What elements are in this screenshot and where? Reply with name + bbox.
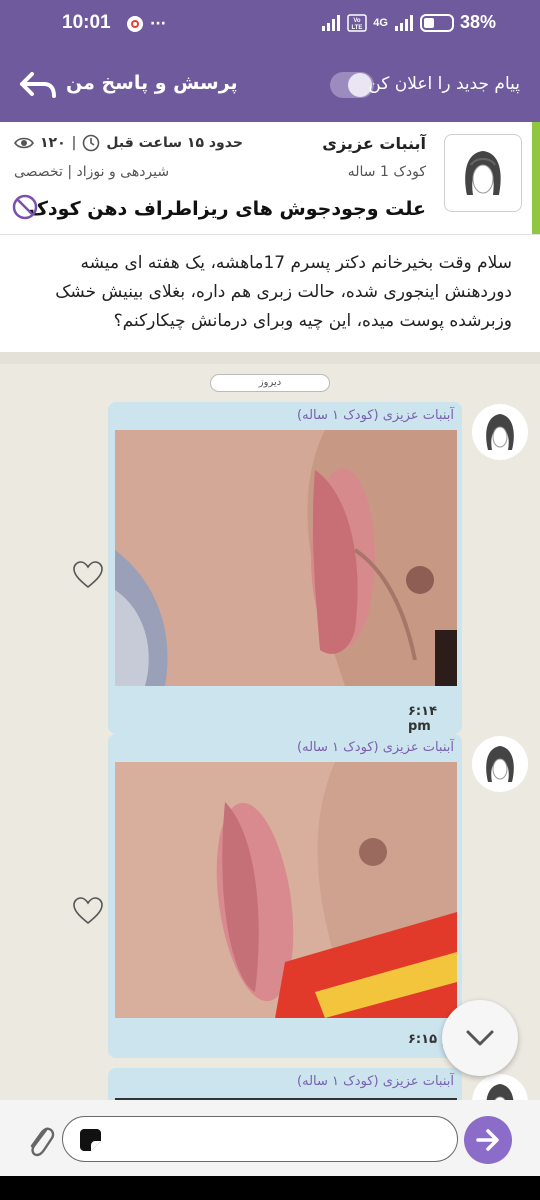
message-photo[interactable] — [115, 430, 457, 686]
photo-image — [115, 430, 457, 686]
meta-separator: | — [71, 135, 77, 151]
author-avatar[interactable] — [444, 134, 522, 212]
author-name: آبنبات عزیزی — [322, 134, 426, 153]
chat-message[interactable]: آبنبات عزیزی (کودک ۱ ساله) ۶:۱۵ p — [108, 734, 462, 1058]
question-body: سلام وقت بخیرخانم دکتر پسرم 17ماهشه، یک … — [0, 234, 540, 352]
send-button[interactable] — [464, 1116, 512, 1164]
sticker-icon[interactable] — [77, 1127, 103, 1153]
svg-text:Vo: Vo — [354, 18, 362, 24]
battery-icon — [419, 13, 454, 32]
battery-level — [423, 17, 434, 28]
chat-area[interactable]: دیروز آبنبات عزیزی (کودک ۱ ساله) ۶:۱۴ pm — [0, 352, 540, 1100]
system-nav-bar — [0, 1176, 540, 1200]
like-heart-icon[interactable] — [72, 896, 104, 926]
author-age: کودک 1 ساله — [347, 164, 426, 180]
signal-icon — [322, 14, 341, 31]
chat-message[interactable]: آبنبات عزیزی (کودک ۱ ساله) ۶:۱۴ pm — [108, 402, 462, 734]
time-ago: حدود ۱۵ ساعت قبل — [106, 135, 243, 151]
avatar-placeholder-icon — [465, 151, 501, 195]
avatar-placeholder-icon — [486, 414, 514, 450]
chat-message[interactable]: آبنبات عزیزی (کودک ۱ ساله) — [108, 1068, 462, 1100]
message-input[interactable] — [111, 1125, 441, 1153]
like-heart-icon[interactable] — [72, 560, 104, 590]
message-sender: آبنبات عزیزی (کودک ۱ ساله) — [297, 408, 454, 423]
question-text: سلام وقت بخیرخانم دکتر پسرم 17ماهشه، یک … — [55, 253, 512, 331]
app-header: پرسش و پاسخ من پیام جدید را اعلان کن — [0, 48, 540, 122]
question-meta: ۱۲۰ | حدود ۱۵ ساعت قبل — [14, 134, 243, 152]
sender-avatar[interactable] — [472, 1074, 528, 1100]
composer-bar — [0, 1100, 540, 1176]
message-time: ۶:۱۴ pm — [408, 704, 438, 734]
date-chip: دیروز — [210, 374, 330, 392]
avatar-placeholder-icon — [486, 746, 514, 782]
attach-icon[interactable] — [24, 1120, 56, 1160]
send-icon — [476, 1129, 499, 1151]
question-card: آبنبات عزیزی کودک 1 ساله علت وجودجوش های… — [0, 122, 540, 234]
message-sender: آبنبات عزیزی (کودک ۱ ساله) — [297, 1074, 454, 1089]
app-notification-icon — [127, 16, 143, 32]
clock-icon — [83, 134, 100, 152]
back-arrow-icon[interactable] — [18, 68, 58, 102]
page-title: پرسش و پاسخ من — [66, 72, 238, 94]
scroll-down-button[interactable] — [442, 1000, 518, 1076]
status-bar: 10:01 ··· Vo LTE 4G 38% — [0, 0, 540, 48]
message-sender: آبنبات عزیزی (کودک ۱ ساله) — [297, 740, 454, 755]
view-count: ۱۲۰ — [40, 135, 66, 151]
more-notifications-indicator: ··· — [150, 16, 166, 32]
photo-image — [115, 762, 457, 1018]
status-time: 10:01 — [62, 12, 111, 33]
message-photo[interactable] — [115, 762, 457, 1018]
chevron-down-icon — [466, 1030, 494, 1046]
svg-text:LTE: LTE — [352, 25, 363, 31]
question-category: شیردهی و نوزاد | تخصصی — [14, 164, 170, 180]
sender-avatar[interactable] — [472, 736, 528, 792]
sender-avatar[interactable] — [472, 404, 528, 460]
message-input-container[interactable] — [62, 1116, 458, 1162]
question-title: علت وجودجوش های ریزاطراف دهن کودک — [28, 198, 426, 220]
eye-icon — [14, 137, 34, 149]
report-block-icon[interactable] — [12, 194, 38, 220]
battery-percent: 38% — [459, 12, 496, 32]
network-type: 4G — [373, 16, 388, 29]
avatar-placeholder-icon — [486, 1084, 514, 1100]
notify-label: پیام جدید را اعلان کن — [368, 74, 520, 94]
accent-bar — [532, 122, 540, 234]
volte-icon: Vo LTE — [347, 13, 368, 32]
signal-icon-2 — [394, 14, 413, 31]
